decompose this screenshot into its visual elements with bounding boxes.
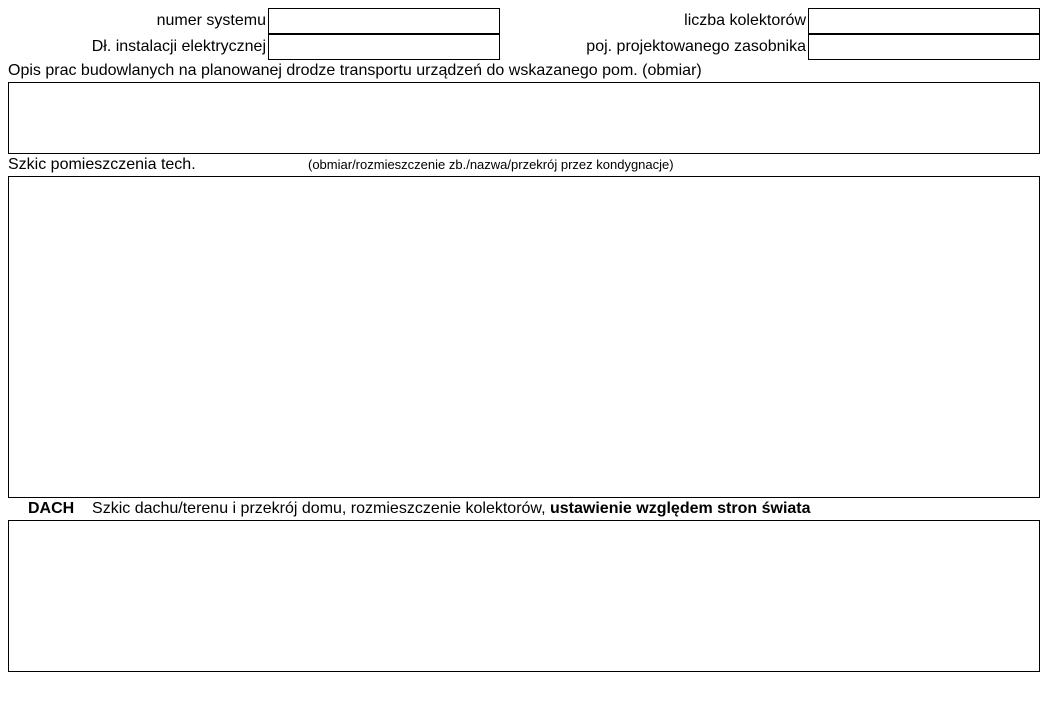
label-dach: DACH: [28, 500, 74, 517]
label-numer-systemu: numer systemu: [8, 12, 268, 30]
label-dl-instalacji: Dł. instalacji elektrycznej: [8, 38, 268, 56]
box-szkic-pomieszczenia[interactable]: [8, 176, 1040, 498]
row-numer-systemu: numer systemu liczba kolektorów: [8, 8, 1040, 34]
title-szkic-pomieszczenia: Szkic pomieszczenia tech.: [8, 156, 308, 174]
field-dl-instalacji[interactable]: [268, 34, 500, 60]
field-poj-zasobnika[interactable]: [808, 34, 1040, 60]
heading-dach: DACH Szkic dachu/terenu i przekrój domu,…: [8, 498, 1040, 520]
hint-szkic-pomieszczenia: (obmiar/rozmieszczenie zb./nazwa/przekró…: [308, 157, 674, 172]
row-dl-instalacji: Dł. instalacji elektrycznej poj. projekt…: [8, 34, 1040, 60]
label-poj-zasobnika: poj. projektowanego zasobnika: [500, 38, 808, 56]
heading-opis-prac: Opis prac budowlanych na planowanej drod…: [8, 60, 1040, 82]
field-liczba-kolektorow[interactable]: [808, 8, 1040, 34]
desc-dach: Szkic dachu/terenu i przekrój domu, rozm…: [92, 500, 550, 517]
box-dach[interactable]: [8, 520, 1040, 672]
field-numer-systemu[interactable]: [268, 8, 500, 34]
desc-dach-bold: ustawienie względem stron świata: [550, 500, 811, 517]
heading-szkic-pomieszczenia: Szkic pomieszczenia tech. (obmiar/rozmie…: [8, 154, 1040, 176]
label-liczba-kolektorow: liczba kolektorów: [500, 12, 808, 30]
box-opis-prac[interactable]: [8, 82, 1040, 154]
